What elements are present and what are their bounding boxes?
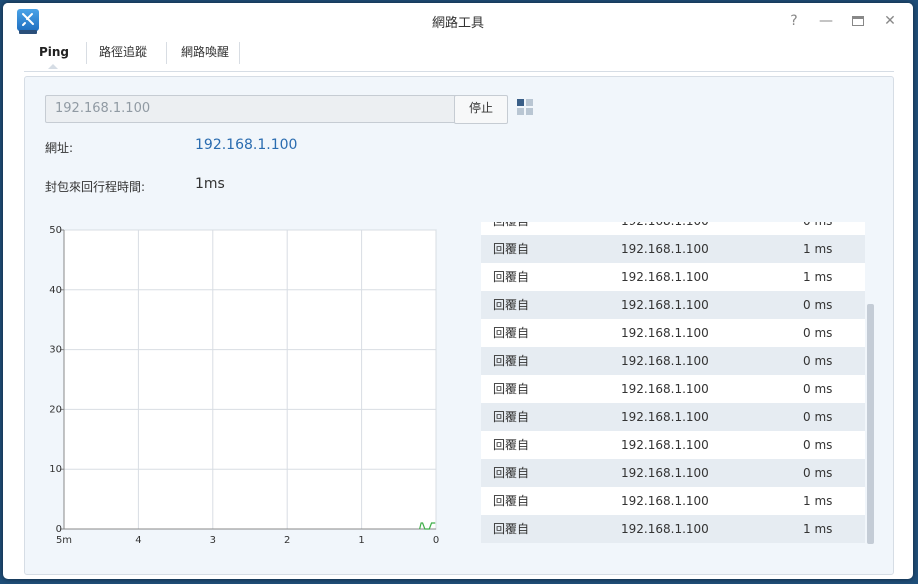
y-tick-label: 40 bbox=[49, 285, 62, 296]
window-title: 網路工具 bbox=[431, 16, 484, 31]
close-icon[interactable]: ✕ bbox=[879, 10, 901, 32]
reply-list: 回覆自 192.168.1.100 0 ms 回覆自 192.168.1.100 1 ms… bbox=[481, 222, 874, 544]
grid-layout-icon[interactable] bbox=[517, 99, 534, 116]
table-row: 回覆自 192.168.1.100 0 ms bbox=[481, 291, 865, 319]
x-tick-label: 2 bbox=[284, 535, 290, 546]
x-tick-label: 0 bbox=[433, 535, 439, 546]
reply-ip-cell: 192.168.1.100 bbox=[621, 298, 709, 312]
x-tick-label: 4 bbox=[135, 535, 141, 546]
ping-chart-svg: 5m 4 3 2 1 001020304050 bbox=[49, 225, 439, 546]
address-value: 192.168.1.100 bbox=[195, 137, 298, 153]
stop-button[interactable]: 停止 bbox=[454, 95, 508, 124]
reply-time-cell: 1 ms bbox=[803, 494, 833, 508]
reply-ip-cell: 192.168.1.100 bbox=[621, 382, 709, 396]
reply-time-cell: 1 ms bbox=[803, 270, 833, 284]
reply-type-cell: 回覆自 bbox=[493, 354, 530, 368]
y-tick-label: 10 bbox=[49, 464, 62, 475]
host-input[interactable] bbox=[45, 95, 457, 123]
reply-type-cell: 回覆自 bbox=[493, 522, 530, 536]
reply-time-cell: 0 ms bbox=[803, 354, 833, 368]
reply-ip-cell: 192.168.1.100 bbox=[621, 466, 709, 480]
y-tick-label: 30 bbox=[49, 345, 62, 356]
table-row: 回覆自 192.168.1.100 0 ms bbox=[481, 222, 865, 235]
rtt-value: 1ms bbox=[195, 176, 225, 192]
reply-ip-cell: 192.168.1.100 bbox=[621, 494, 709, 508]
reply-time-cell: 1 ms bbox=[803, 522, 833, 536]
y-tick-label: 50 bbox=[49, 225, 62, 236]
table-row: 回覆自 192.168.1.100 1 ms bbox=[481, 515, 865, 543]
reply-type-cell: 回覆自 bbox=[493, 382, 530, 396]
reply-time-cell: 0 ms bbox=[803, 438, 833, 452]
reply-type-cell: 回覆自 bbox=[493, 298, 530, 312]
table-row: 回覆自 192.168.1.100 0 ms bbox=[481, 375, 865, 403]
reply-ip-cell: 192.168.1.100 bbox=[621, 410, 709, 424]
table-row: 回覆自 192.168.1.100 0 ms bbox=[481, 459, 865, 487]
ping-chart: 5m 4 3 2 1 0 0 10 20 30 40 50 bbox=[35, 217, 455, 547]
tab-ping[interactable]: Ping bbox=[32, 39, 76, 67]
reply-type-cell: 回覆自 bbox=[493, 326, 530, 340]
maximize-icon[interactable] bbox=[847, 10, 869, 32]
minimize-icon[interactable]: — bbox=[815, 10, 837, 32]
tab-wake-on-lan[interactable]: 網路喚醒 bbox=[170, 39, 240, 67]
reply-ip-cell: 192.168.1.100 bbox=[621, 326, 709, 340]
reply-type-cell: 回覆自 bbox=[493, 242, 530, 256]
reply-type-cell: 回覆自 bbox=[493, 466, 530, 480]
reply-ip-cell: 192.168.1.100 bbox=[621, 354, 709, 368]
x-tick-label: 1 bbox=[358, 535, 364, 546]
plot-area bbox=[63, 229, 437, 530]
x-tick-label: 5m bbox=[56, 535, 72, 546]
reply-type-cell: 回覆自 bbox=[493, 438, 530, 452]
reply-ip-cell: 192.168.1.100 bbox=[621, 522, 709, 536]
reply-type-cell: 回覆自 bbox=[493, 494, 530, 508]
ping-panel: 停止 網址: 192.168.1.100 封包來回行程時間: 1ms 5m 4 3 2… bbox=[24, 76, 894, 575]
reply-ip-cell: 192.168.1.100 bbox=[621, 242, 709, 256]
reply-ip-cell: 192.168.1.100 bbox=[621, 270, 709, 284]
y-tick-label: 0 bbox=[56, 524, 62, 535]
address-label: 網址: bbox=[45, 141, 74, 155]
network-tools-window: 網路工具 ? — ✕ Ping 路徑追蹤 網路喚醒 停止 網址: 192.168… bbox=[3, 3, 913, 579]
active-tab-indicator bbox=[48, 64, 58, 69]
reply-time-cell: 0 ms bbox=[803, 382, 833, 396]
table-row: 回覆自 192.168.1.100 0 ms bbox=[481, 347, 865, 375]
reply-type-cell: 回覆自 bbox=[493, 270, 530, 284]
table-row: 回覆自 192.168.1.100 1 ms bbox=[481, 487, 865, 515]
table-row: 回覆自 192.168.1.100 1 ms bbox=[481, 235, 865, 263]
reply-time-cell: 1 ms bbox=[803, 242, 833, 256]
title-bar[interactable]: 網路工具 ? — ✕ bbox=[3, 3, 913, 39]
table-row: 回覆自 192.168.1.100 0 ms bbox=[481, 431, 865, 459]
y-tick-label: 20 bbox=[49, 404, 62, 415]
table-row: 回覆自 192.168.1.100 0 ms bbox=[481, 403, 865, 431]
reply-ip-cell: 192.168.1.100 bbox=[621, 222, 709, 235]
table-row: 回覆自 192.168.1.100 1 ms bbox=[481, 263, 865, 291]
scrollbar-thumb[interactable] bbox=[867, 304, 874, 544]
reply-ip-cell: 192.168.1.100 bbox=[621, 438, 709, 452]
tab-bar: Ping 路徑追蹤 網路喚醒 bbox=[24, 39, 894, 72]
reply-list-scrollbar[interactable] bbox=[867, 222, 874, 544]
reply-time-cell: 0 ms bbox=[803, 326, 833, 340]
reply-time-cell: 0 ms bbox=[803, 466, 833, 480]
reply-time-cell: 0 ms bbox=[803, 222, 832, 235]
rtt-label: 封包來回行程時間: bbox=[45, 180, 146, 194]
table-row: 回覆自 192.168.1.100 0 ms bbox=[481, 319, 865, 347]
tab-traceroute[interactable]: 路徑追蹤 bbox=[90, 39, 156, 67]
reply-type-cell: 回覆自 bbox=[493, 410, 530, 424]
reply-type-cell: 回覆自 bbox=[493, 222, 529, 235]
help-icon[interactable]: ? bbox=[783, 10, 805, 32]
x-tick-label: 3 bbox=[210, 535, 216, 546]
reply-time-cell: 0 ms bbox=[803, 298, 833, 312]
reply-time-cell: 0 ms bbox=[803, 410, 833, 424]
